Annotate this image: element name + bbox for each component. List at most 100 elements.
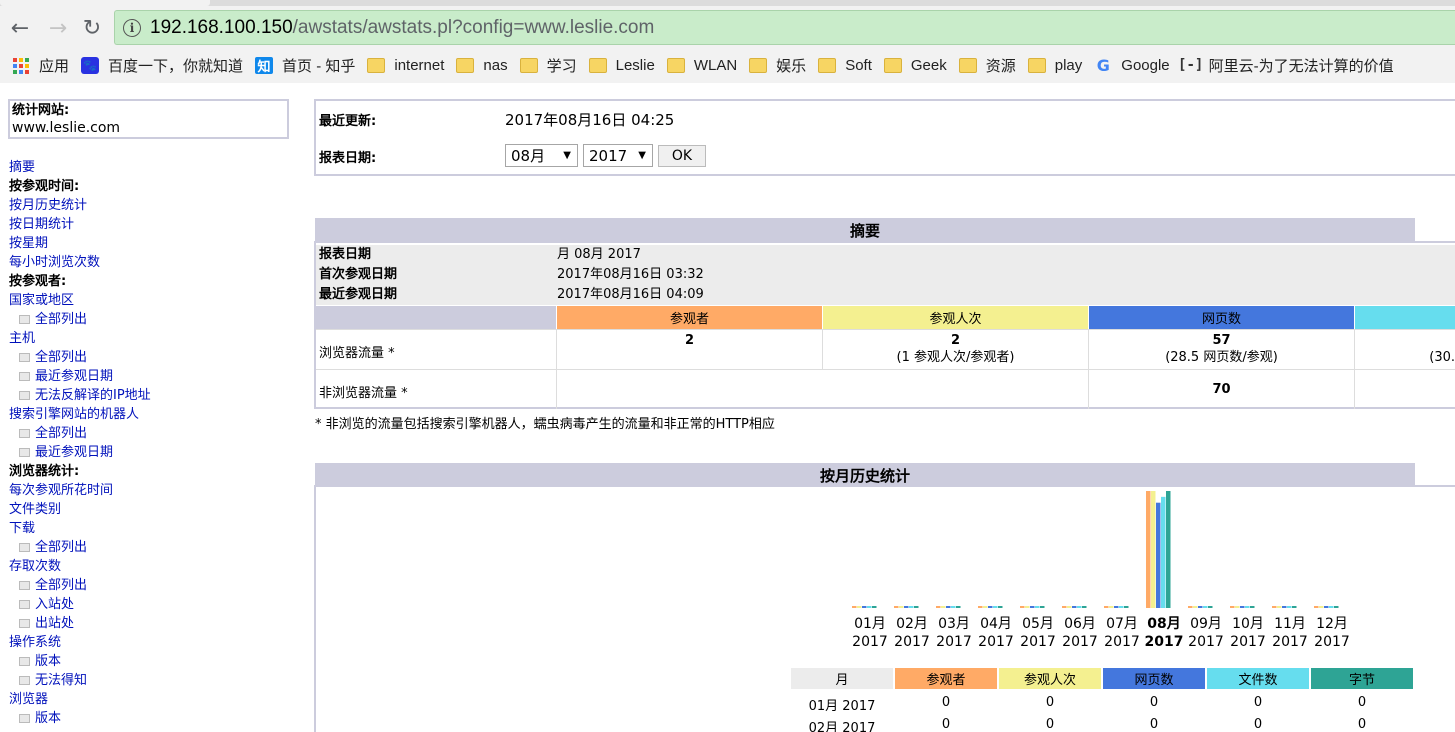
bookmark-item[interactable]: 应用 — [12, 55, 69, 76]
reload-icon: ↻ — [82, 15, 102, 41]
bookmark-item[interactable]: 资源 — [958, 55, 1016, 76]
bookmarks-bar: 应用 🐾 百度一下，你就知道知首页 - 知乎 internet nas 学习 Leslie W… — [0, 50, 1455, 80]
year-select[interactable]: 2017 ▼ — [583, 144, 653, 167]
year-tick-label: 2017 — [1230, 634, 1266, 650]
menu-link[interactable]: 全部列出 — [9, 576, 151, 595]
bullet-icon — [19, 372, 30, 381]
menu-text: 操作系统 — [9, 635, 62, 650]
arrow-right-icon: → — [48, 15, 68, 41]
left-menu: 统计网站: www.leslie.com 摘要 按参观时间: 按月历史统计 按日期统计… — [0, 83, 300, 732]
menu-text: 浏览器 — [9, 692, 49, 707]
month-tick-label: 02月 — [896, 616, 928, 632]
dropdown-arrow-icon: ▼ — [563, 150, 571, 161]
menu-link[interactable]: 全部列出 — [9, 348, 151, 367]
chart-bar — [1067, 606, 1072, 608]
chart-bar — [1040, 606, 1045, 608]
menu-link[interactable]: 最近参观日期 — [9, 367, 151, 386]
menu-text: 无法反解译的IP地址 — [35, 388, 151, 403]
bookmark-item[interactable]: 🐾 百度一下，你就知道 — [81, 55, 243, 76]
month-tick-label: 09月 — [1190, 616, 1222, 632]
bookmark-item[interactable]: Soft — [818, 57, 872, 74]
chart-bar — [1025, 606, 1030, 608]
menu-link[interactable]: 全部列出 — [9, 310, 151, 329]
site-box: 统计网站: www.leslie.com — [8, 99, 289, 139]
menu-link[interactable]: 入站处 — [9, 595, 151, 614]
month-select[interactable]: 08月 ▼ — [505, 144, 578, 167]
bookmark-item[interactable]: play — [1027, 57, 1082, 74]
reload-button[interactable]: ↻ — [78, 14, 106, 42]
bookmark-item[interactable]: Leslie — [588, 56, 655, 74]
update-panel: 最近更新: 2017年08月16日 04:25 报表日期: 08月 ▼ 2017 ▼… — [314, 99, 1455, 176]
chart-bar — [1193, 606, 1198, 608]
menu-link[interactable]: 每小时浏览次数 — [9, 253, 151, 272]
chart-bar — [1156, 502, 1161, 608]
bookmark-label: 阿里云-为了无法计算的价值 — [1208, 57, 1394, 75]
menu-link[interactable]: 按日期统计 — [9, 215, 151, 234]
report-date-row: 报表日期 月 08月 2017 — [316, 245, 1455, 265]
bookmark-item[interactable]: nas — [456, 57, 508, 74]
bookmark-item[interactable]: 学习 — [519, 55, 577, 76]
folder-icon — [666, 57, 685, 73]
menu-link[interactable]: 国家或地区 — [9, 291, 151, 310]
forward-button[interactable]: → — [44, 14, 72, 42]
menu-link[interactable]: 按月历史统计 — [9, 196, 151, 215]
menu-link[interactable]: 全部列出 — [9, 538, 151, 557]
address-bar[interactable]: i 192.168.100.150/awstats/awstats.pl?con… — [114, 10, 1455, 45]
menu-link[interactable]: 主机 — [9, 329, 151, 348]
menu-link[interactable]: 版本 — [9, 709, 151, 728]
bookmark-item[interactable]: 娱乐 — [749, 55, 806, 76]
bookmark-label: Leslie — [615, 56, 655, 74]
menu-heading: 按参观者: — [9, 272, 151, 291]
month-tick-label: 06月 — [1064, 616, 1096, 632]
folder-icon — [367, 57, 386, 73]
bookmark-item[interactable]: [-] 阿里云-为了无法计算的价值 — [1178, 55, 1394, 76]
bookmark-label: WLAN — [693, 56, 738, 74]
info-icon[interactable]: i — [123, 18, 141, 37]
bookmark-item[interactable]: 知首页 - 知乎 — [255, 55, 355, 76]
menu-link[interactable]: 最近参观日期 — [9, 443, 151, 462]
monthly-table-cell: 0 — [1149, 695, 1159, 710]
chart-bar — [1119, 606, 1124, 608]
url-path: /awstats/awstats.pl?config=www.leslie.co… — [292, 16, 655, 38]
menu-link[interactable]: 全部列出 — [9, 424, 151, 443]
menu-heading: 浏览器统计: — [9, 462, 151, 481]
menu-link[interactable]: 操作系统 — [9, 633, 151, 652]
menu-link[interactable]: 无法反解译的IP地址 — [9, 386, 151, 405]
bookmark-item[interactable]: WLAN — [666, 56, 738, 74]
chart-bar — [1188, 606, 1193, 608]
menu-link[interactable]: 摘要 — [9, 158, 151, 177]
bookmark-item[interactable]: Geek — [883, 57, 947, 74]
menu-link[interactable]: 版本 — [9, 652, 151, 671]
menu-link[interactable]: 无法得知 — [9, 671, 151, 690]
chart-bar — [867, 606, 872, 608]
chart-bar — [978, 606, 983, 608]
chart-bar — [1240, 606, 1245, 608]
ok-button[interactable]: OK — [658, 145, 706, 167]
back-button[interactable]: ← — [6, 14, 34, 42]
menu-link[interactable]: 出站处 — [9, 614, 151, 633]
menu-link[interactable]: 搜索引擎网站的机器人 — [9, 405, 151, 424]
menu-link[interactable]: 文件类别 — [9, 500, 151, 519]
tab[interactable] — [0, 0, 210, 6]
chart-bar — [1151, 491, 1156, 608]
menu-link[interactable]: 浏览器 — [9, 690, 151, 709]
chart-bar — [857, 606, 862, 608]
chart-bar — [1208, 606, 1213, 608]
report-date-value: 月 08月 2017 — [557, 247, 641, 262]
first-visit-key: 首次参观日期 — [319, 267, 398, 282]
month-tick-label: 01月 — [854, 616, 886, 632]
menu-link[interactable]: 下载 — [9, 519, 151, 538]
menu-link[interactable]: 存取次数 — [9, 557, 151, 576]
menu-text: 全部列出 — [35, 578, 88, 593]
bookmark-item[interactable]: internet — [367, 57, 444, 74]
menu-text: 下载 — [9, 521, 36, 536]
year-tick-label: 2017 — [1020, 634, 1056, 650]
footnote: * 非浏览的流量包括搜索引擎机器人，蠕虫病毒产生的流量和非正常的HTTP相应 — [315, 417, 775, 432]
chart-bar — [1198, 606, 1203, 608]
bookmark-item[interactable]: G Google — [1094, 56, 1170, 75]
monthly-table-cell: 0 — [941, 717, 951, 732]
menu-link[interactable]: 按星期 — [9, 234, 151, 253]
url-text[interactable]: 192.168.100.150/awstats/awstats.pl?confi… — [150, 17, 654, 39]
bullet-icon — [19, 429, 30, 438]
menu-link[interactable]: 每次参观所花时间 — [9, 481, 151, 500]
